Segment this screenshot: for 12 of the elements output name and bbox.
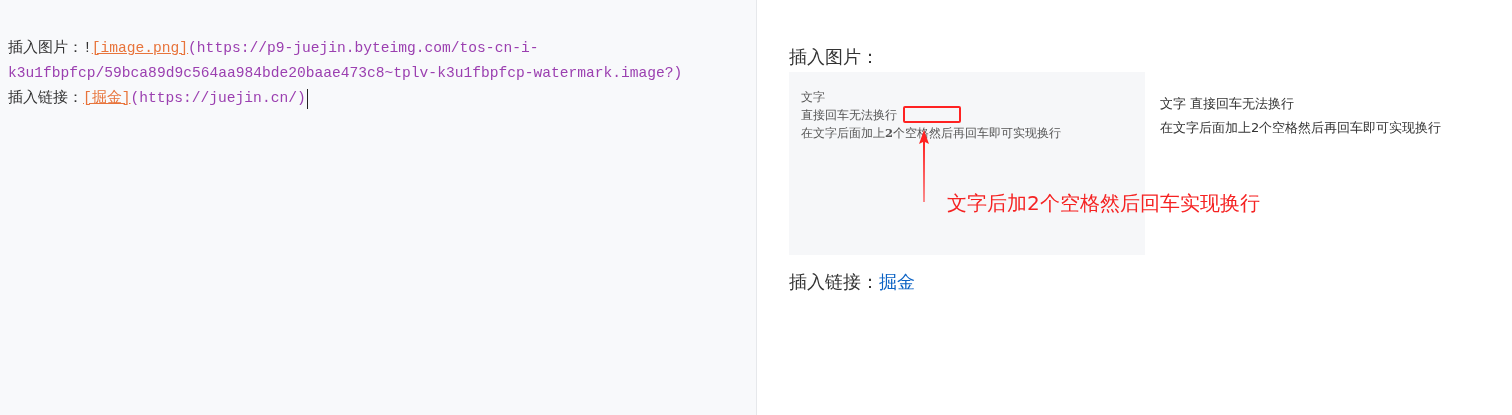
screenshot-text: 直接回车无法换行 [801,107,897,124]
annotation-text: 文字后加2个空格然后回车实现换行 [947,190,1260,217]
juejin-link[interactable]: 掘金 [879,268,915,296]
editor-pane[interactable]: 插入图片：![image.png](https://p9-juejin.byteimg.com/tos-cn-i-k3u1fbpfcp/59bca89d9c564aa984bde20baae473c8~tplv-k3u1fbpfcp-watermark.image?) 插入链接：[掘金](https://juejin.cn/) [0,0,757,415]
link-label: 插入链接： [789,270,879,294]
rendered-text: 在文字后面加上2个空格然后再回车即可实现换行 [1160,119,1442,137]
code-line: 插入图片：![image.png](https://p9-juejin.byteimg.com/tos-cn-i-k3u1fbpfcp/59bca89d9c564aa984bde20baae473c8~tplv-k3u1fbpfcp-watermark.image?) [8,38,684,83]
preview-heading: 插入图片： [789,45,880,69]
screenshot-text: 文字 [801,89,825,106]
highlight-frame [903,106,961,123]
code-line: 插入链接：[掘金](https://juejin.cn/) [8,88,306,108]
rendered-text: 文字 直接回车无法换行 [1160,95,1295,113]
